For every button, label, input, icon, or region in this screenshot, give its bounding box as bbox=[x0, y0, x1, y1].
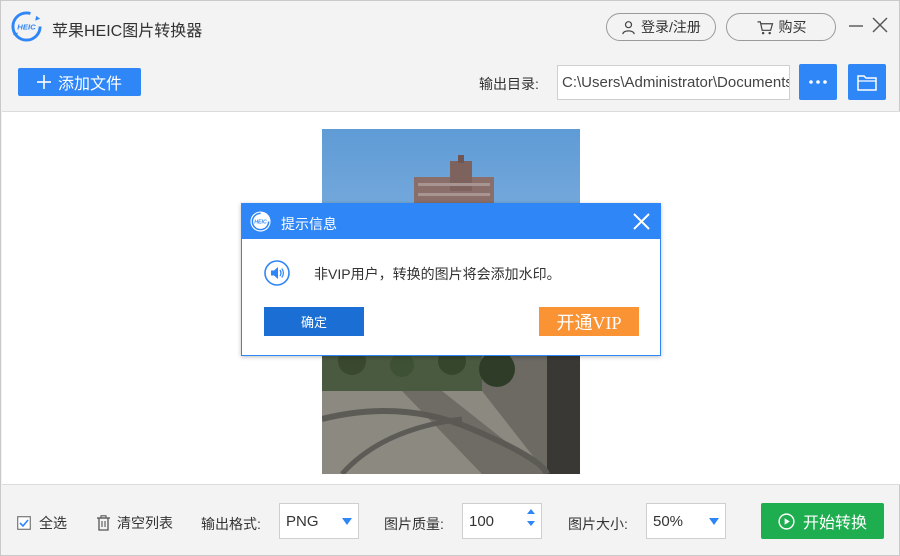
plus-icon bbox=[36, 75, 51, 89]
select-all-label: 全选 bbox=[39, 515, 67, 531]
add-file-label: 添加文件 bbox=[57, 76, 122, 93]
cart-icon bbox=[757, 20, 773, 34]
stepper-down-icon[interactable] bbox=[527, 521, 535, 526]
minimize-button[interactable] bbox=[846, 15, 866, 35]
start-convert-button[interactable]: 开始转换 bbox=[761, 503, 884, 539]
select-all-checkbox[interactable]: 全选 bbox=[17, 513, 67, 533]
output-format-select[interactable]: PNG bbox=[279, 503, 359, 539]
folder-icon bbox=[857, 74, 877, 91]
title-bar: HEIC 苹果HEIC图片转换器 登录/注册 购买 bbox=[1, 1, 899, 55]
start-convert-label: 开始转换 bbox=[802, 515, 867, 532]
login-button[interactable]: 登录/注册 bbox=[606, 13, 716, 41]
login-label: 登录/注册 bbox=[641, 19, 701, 35]
image-size-label: 图片大小: bbox=[568, 516, 628, 532]
minimize-icon bbox=[849, 25, 863, 27]
play-circle-icon bbox=[778, 512, 795, 530]
close-button[interactable] bbox=[870, 15, 890, 35]
buy-button[interactable]: 购买 bbox=[726, 13, 836, 41]
close-icon bbox=[872, 17, 888, 33]
quality-value: 100 bbox=[469, 512, 495, 530]
output-dir-label: 输出目录: bbox=[479, 76, 539, 92]
quality-stepper[interactable]: 100 bbox=[462, 503, 542, 539]
stepper-up-icon[interactable] bbox=[527, 509, 535, 514]
heic-logo-icon: HEIC bbox=[250, 211, 271, 232]
clear-list-label: 清空列表 bbox=[117, 515, 173, 531]
trash-icon bbox=[97, 515, 110, 531]
ellipsis-icon bbox=[809, 80, 827, 84]
speaker-icon bbox=[264, 260, 290, 286]
dialog-title: 提示信息 bbox=[281, 216, 337, 232]
more-button[interactable] bbox=[799, 64, 837, 100]
open-vip-button[interactable]: 开通VIP bbox=[539, 307, 639, 336]
svg-text:HEIC: HEIC bbox=[254, 219, 267, 225]
output-format-value: PNG bbox=[286, 512, 319, 530]
checkbox-icon bbox=[17, 516, 31, 530]
bottom-bar: 全选 清空列表 输出格式: PNG 图片质量: 100 图片大小: 50% 开始… bbox=[1, 487, 899, 555]
dialog-message: 非VIP用户，转换的图片将会添加水印。 bbox=[314, 266, 561, 282]
confirm-button[interactable]: 确定 bbox=[264, 307, 364, 336]
close-icon[interactable] bbox=[632, 212, 651, 231]
image-size-select[interactable]: 50% bbox=[646, 503, 726, 539]
user-icon bbox=[622, 20, 635, 34]
app-title: 苹果HEIC图片转换器 bbox=[52, 23, 203, 40]
output-dir-input[interactable]: C:\Users\Administrator\Documents bbox=[557, 65, 790, 100]
app-window: HEIC 苹果HEIC图片转换器 登录/注册 购买 添加文件 输出目录: C:\… bbox=[0, 0, 900, 556]
vip-notice-dialog: HEIC 提示信息 非VIP用户，转换的图片将会添加水印。 确定 开通VIP bbox=[241, 203, 661, 356]
svg-text:HEIC: HEIC bbox=[17, 22, 36, 31]
heic-logo-icon: HEIC bbox=[11, 11, 42, 42]
open-folder-button[interactable] bbox=[848, 64, 886, 100]
image-size-value: 50% bbox=[653, 512, 684, 530]
chevron-down-icon bbox=[342, 517, 352, 525]
dialog-header: HEIC 提示信息 bbox=[242, 204, 660, 239]
quality-label: 图片质量: bbox=[384, 516, 444, 532]
output-format-label: 输出格式: bbox=[201, 516, 261, 532]
stepper-arrows[interactable] bbox=[527, 509, 535, 526]
chevron-down-icon bbox=[709, 517, 719, 525]
clear-list-button[interactable]: 清空列表 bbox=[96, 513, 173, 533]
add-file-button[interactable]: 添加文件 bbox=[18, 68, 141, 96]
buy-label: 购买 bbox=[778, 19, 807, 35]
